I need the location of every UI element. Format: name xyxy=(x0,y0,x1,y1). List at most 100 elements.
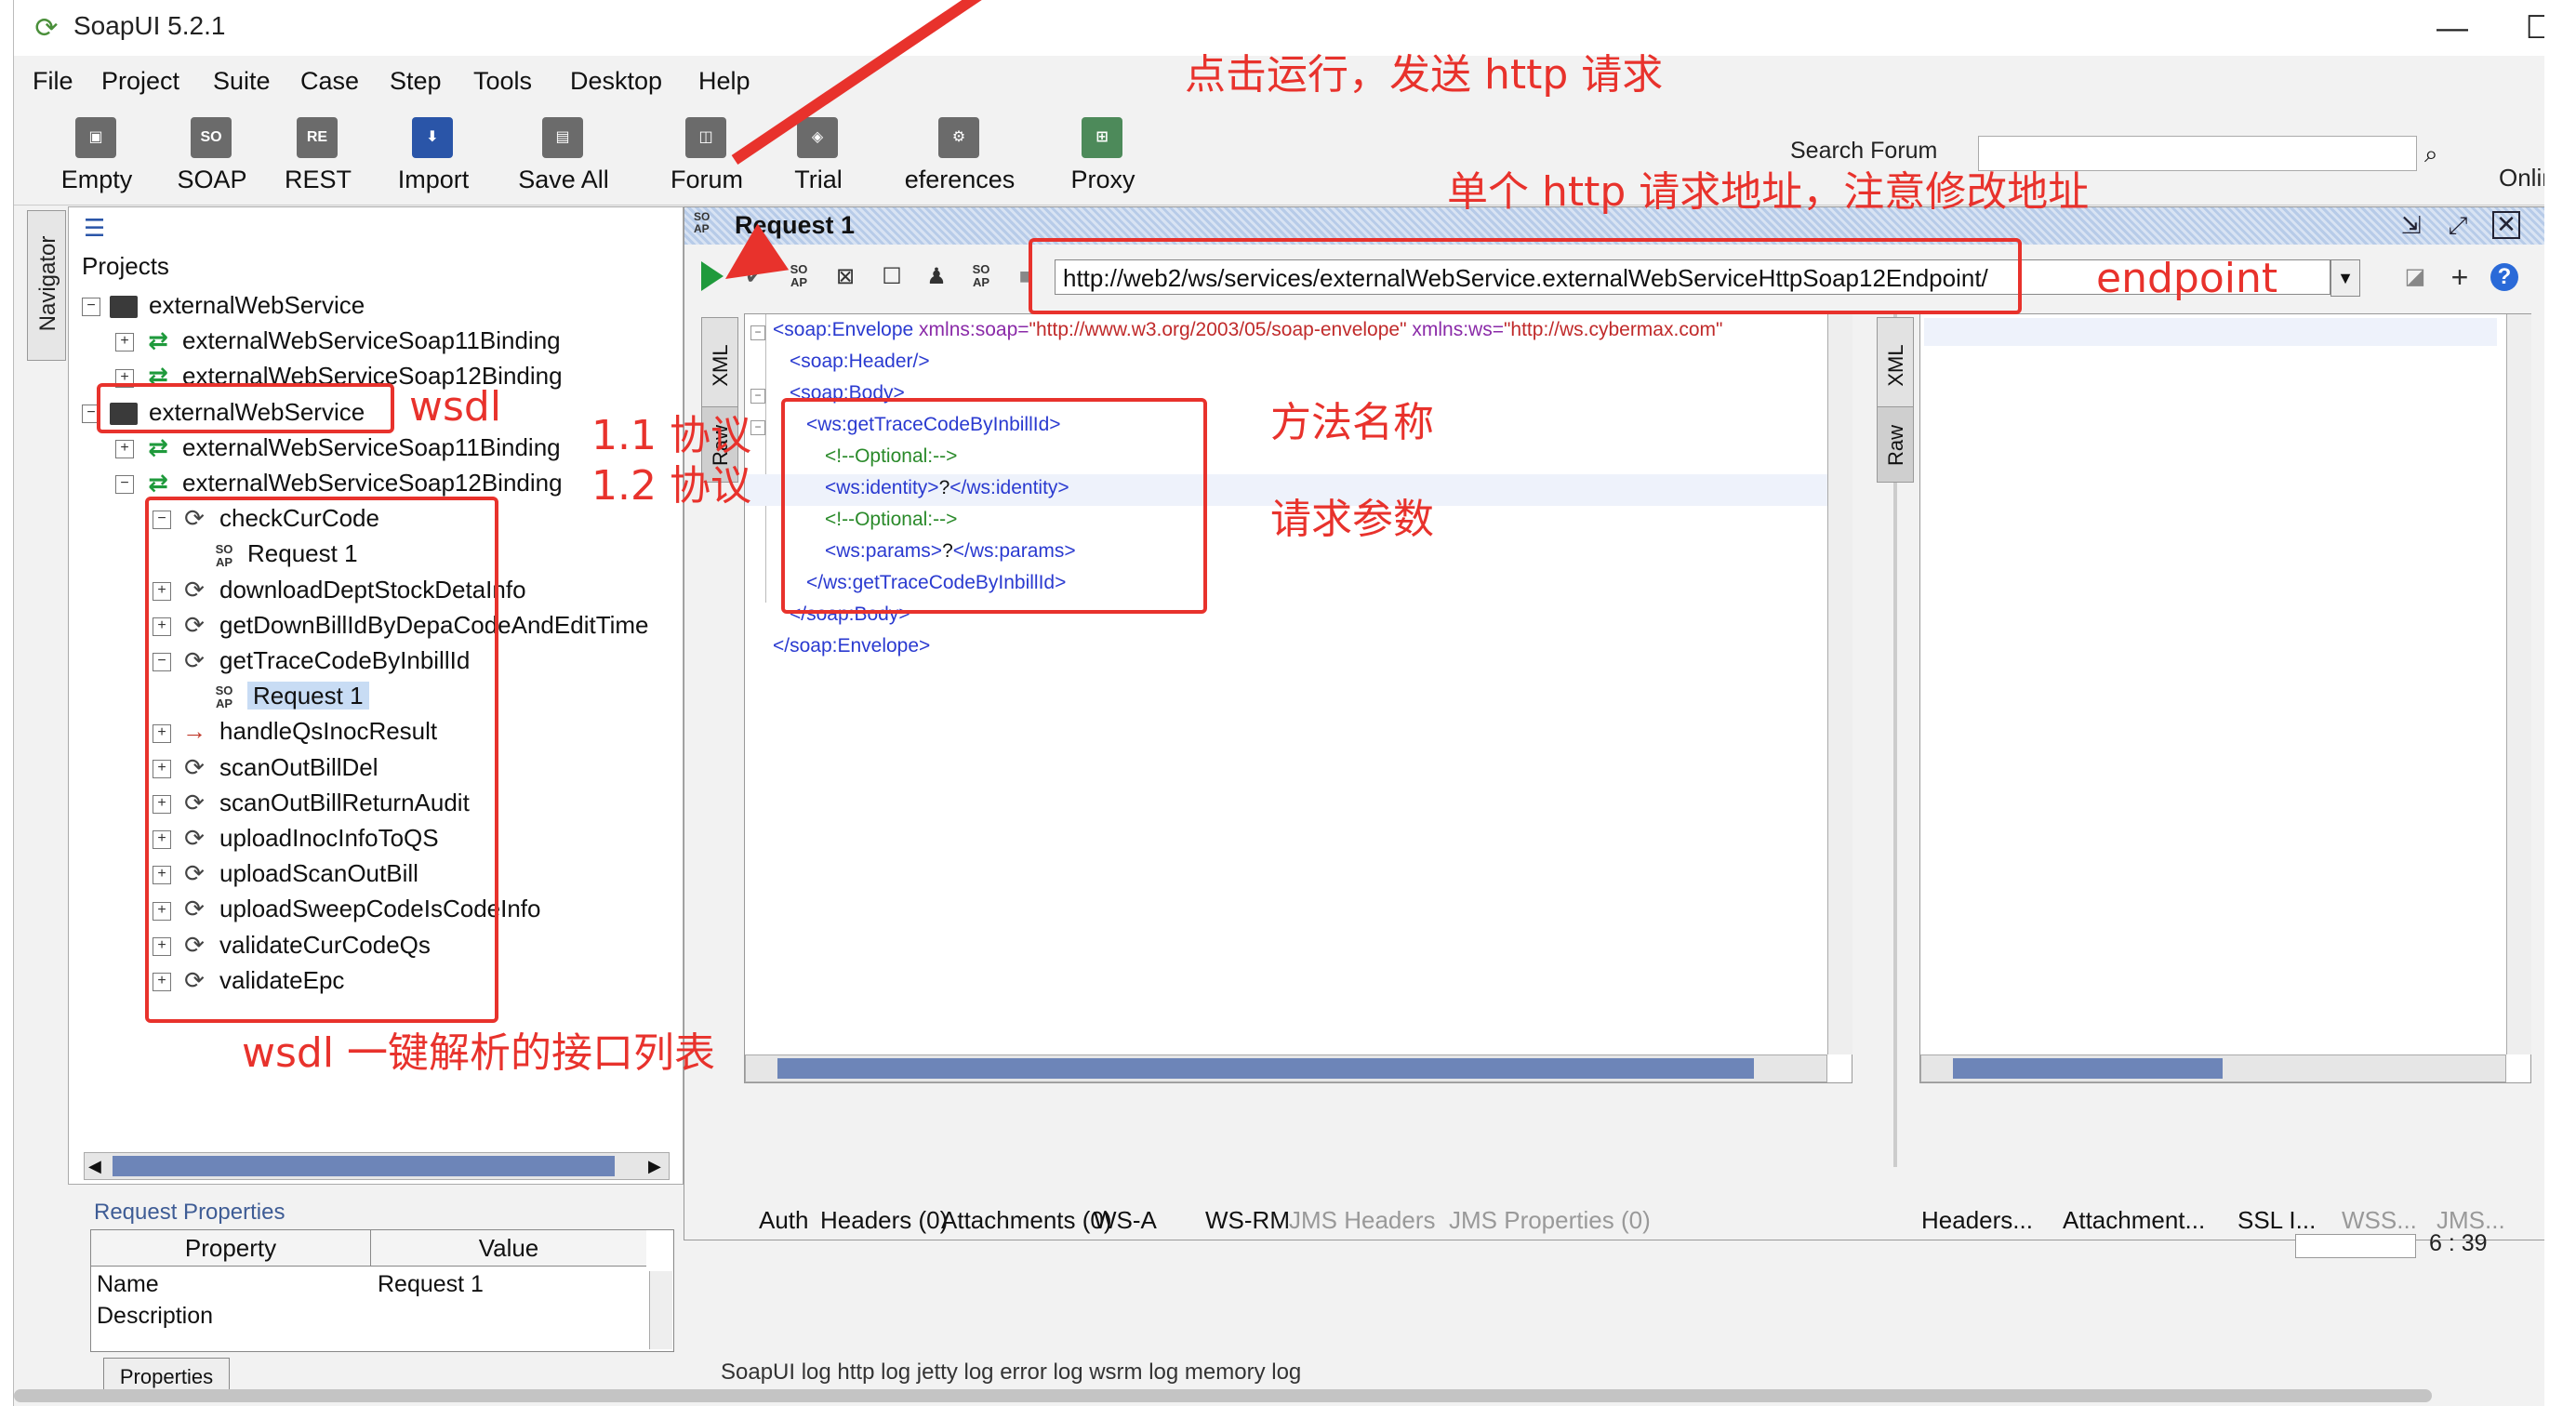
annotation-box-interface-list xyxy=(145,497,498,1023)
empty-project-icon: ▣ xyxy=(75,117,116,158)
tree-item-label: externalWebService xyxy=(149,291,365,319)
window-edge xyxy=(2544,0,2563,1406)
annotation-box-endpoint xyxy=(1029,238,2022,314)
menu-tools[interactable]: Tools xyxy=(473,67,532,96)
properties-vertical-scrollbar[interactable] xyxy=(649,1271,672,1349)
response-tab[interactable]: SSL I... xyxy=(2237,1206,2316,1235)
scroll-left-icon[interactable]: ◀ xyxy=(88,1153,101,1179)
response-horizontal-scrollbar[interactable] xyxy=(1920,1054,2506,1082)
stop-icon[interactable]: ☐ xyxy=(878,263,906,291)
fold-toggle[interactable]: − xyxy=(750,389,765,404)
menu-step[interactable]: Step xyxy=(390,67,442,96)
menu-desktop[interactable]: Desktop xyxy=(570,67,662,96)
request-tab[interactable]: Auth xyxy=(759,1206,809,1235)
endpoint-dropdown-icon[interactable]: ▼ xyxy=(2330,259,2360,297)
window-title: SoapUI 5.2.1 xyxy=(73,11,226,40)
request-tab: JMS Properties (0) xyxy=(1449,1206,1651,1234)
annotation-box-wsdl xyxy=(97,383,394,433)
annotation-params: 请求参数 xyxy=(1270,496,1434,543)
soap-request-icon: SO AP xyxy=(694,210,710,235)
table-cell[interactable]: Request 1 xyxy=(372,1269,484,1299)
tree-horizontal-scrollbar[interactable]: ◀ ▶ xyxy=(84,1152,670,1180)
soapui-logo-icon: ⟳ xyxy=(34,13,59,44)
annotation-endpoint: endpoint xyxy=(2096,255,2278,302)
annotation-run: 点击运行，发送 http 请求 xyxy=(1185,51,1664,99)
properties-title: Request Properties xyxy=(94,1200,285,1225)
navigator-tab[interactable]: Navigator xyxy=(27,210,66,361)
detach-icon[interactable]: ⇲ xyxy=(2397,211,2425,239)
column-header-property[interactable]: Property xyxy=(91,1230,371,1267)
desktop-horizontal-scrollbar[interactable] xyxy=(14,1389,2432,1402)
maximize-editor-icon[interactable]: ⤢ xyxy=(2444,211,2472,239)
add-endpoint-icon[interactable]: + xyxy=(2446,262,2474,292)
binding-icon: ⇄ xyxy=(148,326,168,355)
response-vertical-scrollbar[interactable] xyxy=(2506,314,2531,1054)
scroll-thumb[interactable] xyxy=(777,1058,1754,1079)
request-tab: JMS Headers xyxy=(1289,1206,1436,1234)
request-tab[interactable]: Headers (0) xyxy=(820,1206,948,1235)
current-line-highlight xyxy=(1924,318,2497,346)
user-auth-icon[interactable]: ♟ xyxy=(923,263,950,291)
save-all-icon: ▤ xyxy=(542,117,583,158)
xml-line: <soap:Header/> xyxy=(790,351,930,372)
xml-horizontal-scrollbar[interactable] xyxy=(745,1054,1827,1082)
table-cell: Name xyxy=(97,1271,159,1297)
tab-response-raw[interactable]: Raw xyxy=(1877,406,1914,483)
new-rest-project-button[interactable]: RE REST xyxy=(267,110,369,201)
tab-request-xml[interactable]: XML xyxy=(701,317,738,408)
fold-toggle[interactable]: − xyxy=(750,420,765,435)
expand-icon[interactable]: + xyxy=(115,333,134,352)
tree-item[interactable]: − ⇄ externalWebServiceSoap12Binding xyxy=(115,465,563,500)
soap-icon[interactable]: SO AP xyxy=(967,263,995,291)
column-header-value[interactable]: Value xyxy=(371,1230,646,1267)
minimize-button[interactable]: — xyxy=(2432,7,2473,48)
tree-item[interactable]: + ⇄ externalWebServiceSoap11Binding xyxy=(115,430,561,465)
table-cell: Description xyxy=(97,1303,214,1329)
response-tab: WSS... xyxy=(2342,1206,2417,1234)
tree-list-icon[interactable]: ☰ xyxy=(84,215,112,241)
tree-item[interactable]: − externalWebService xyxy=(82,287,365,323)
collapse-icon[interactable]: − xyxy=(115,475,134,495)
tree-item-label: externalWebServiceSoap11Binding xyxy=(182,432,561,461)
preferences-button[interactable]: ⚙ eferences xyxy=(905,110,1015,201)
tab-response-xml[interactable]: XML xyxy=(1877,317,1914,408)
response-xml-editor[interactable] xyxy=(1919,313,2531,1083)
request-tab[interactable]: WS-RM xyxy=(1205,1206,1290,1235)
trial-icon: ◈ xyxy=(797,117,838,158)
scroll-thumb[interactable] xyxy=(113,1156,615,1176)
request-tab[interactable]: Attachments (0) xyxy=(941,1206,1112,1235)
log-tabs[interactable]: SoapUI log http log jetty log error log … xyxy=(721,1360,1301,1386)
edit-endpoint-icon[interactable]: ◪ xyxy=(2401,263,2429,291)
xml-vertical-scrollbar[interactable] xyxy=(1827,314,1852,1054)
close-editor-icon[interactable]: ✕ xyxy=(2492,211,2520,239)
fold-toggle[interactable]: − xyxy=(750,325,765,340)
table-cell[interactable] xyxy=(372,1301,378,1331)
empty-project-button[interactable]: ▣ Empty xyxy=(46,110,148,201)
scroll-right-icon[interactable]: ▶ xyxy=(648,1153,661,1179)
search-go-icon[interactable]: ⌕ xyxy=(2424,139,2438,169)
request-tab[interactable]: WS-A xyxy=(1094,1206,1157,1235)
scroll-thumb[interactable] xyxy=(1953,1058,2223,1079)
help-icon[interactable]: ? xyxy=(2490,263,2518,291)
menu-case[interactable]: Case xyxy=(300,67,359,96)
expand-icon[interactable]: ⊠ xyxy=(831,263,859,291)
request-editor-window: SO AP Request 1 ⇲ ⤢ ✕ ✔ SO AP ⊠ ☐ ♟ SO AP ■… xyxy=(684,206,2555,1258)
collapse-icon[interactable]: − xyxy=(82,298,100,317)
menu-project[interactable]: Project xyxy=(101,67,179,96)
tree-item[interactable]: + ⇄ externalWebServiceSoap11Binding xyxy=(115,323,561,358)
expand-icon[interactable]: + xyxy=(115,439,134,458)
tree-item-label: externalWebServiceSoap12Binding xyxy=(182,469,563,497)
import-button[interactable]: ⬇ Import xyxy=(382,110,485,201)
fold-guide xyxy=(765,314,766,603)
soap-version-icon[interactable]: SO AP xyxy=(785,263,813,291)
binding-icon: ⇄ xyxy=(148,469,168,497)
response-tab[interactable]: Attachment... xyxy=(2063,1206,2205,1235)
menu-help[interactable]: Help xyxy=(698,67,750,96)
proxy-button[interactable]: ⊞ Proxy xyxy=(1052,110,1154,201)
save-all-button[interactable]: ▤ Save All xyxy=(512,110,615,201)
menu-file[interactable]: File xyxy=(33,67,73,96)
menu-suite[interactable]: Suite xyxy=(213,67,271,96)
xml-line: </soap:Envelope> xyxy=(773,635,931,657)
response-tab[interactable]: Headers... xyxy=(1921,1206,2033,1235)
cursor-position: 6 : 39 xyxy=(2429,1230,2488,1256)
